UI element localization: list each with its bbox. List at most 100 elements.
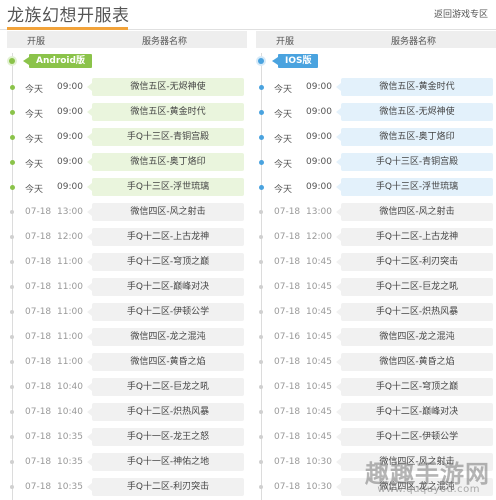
- server-name[interactable]: 手Q十二区-上古龙神: [87, 228, 244, 246]
- server-row: 07-18 13:00 微信四区-风之射击: [256, 200, 496, 225]
- open-day: 今天: [274, 110, 293, 120]
- server-name[interactable]: 微信五区-无烬神使: [336, 103, 493, 121]
- server-name[interactable]: 微信五区-奥丁烙印: [87, 153, 244, 171]
- timeline-dot: [259, 460, 263, 464]
- server-row: 07-18 11:00 微信四区-龙之混沌: [7, 325, 247, 350]
- server-name[interactable]: 手Q十二区-炽热风暴: [336, 303, 493, 321]
- server-name[interactable]: 微信五区-奥丁烙印: [336, 128, 493, 146]
- back-to-game-zone-link[interactable]: 返回游戏专区: [434, 7, 488, 20]
- server-row: 今天 09:00 微信五区-黄金时代: [256, 75, 496, 100]
- column-header-open: 开服: [276, 37, 295, 47]
- timeline-dot: [259, 260, 263, 264]
- open-time: 09:00: [57, 182, 83, 192]
- open-day: 07-18: [274, 307, 301, 317]
- timeline-dot: [10, 85, 15, 90]
- open-time: 10:40: [57, 407, 83, 417]
- column-header-open: 开服: [27, 37, 46, 47]
- server-row: 07-18 11:00 手Q十二区-巅峰对决: [7, 275, 247, 300]
- open-day: 今天: [274, 185, 293, 195]
- timeline-dot: [10, 285, 14, 289]
- server-name[interactable]: 微信四区-龙之混沌: [87, 328, 244, 346]
- server-name[interactable]: 微信四区-风之射击: [87, 203, 244, 221]
- open-day: 今天: [274, 135, 293, 145]
- open-day: 07-18: [25, 432, 52, 442]
- timeline-dot: [259, 135, 264, 140]
- timeline-dot: [10, 110, 15, 115]
- open-time: 10:40: [57, 382, 83, 392]
- ios-table-header: 开服 服务器名称: [256, 31, 496, 48]
- server-name[interactable]: 微信五区-无烬神使: [87, 78, 244, 96]
- server-name[interactable]: 手Q十二区-巨龙之吼: [336, 278, 493, 296]
- open-time: 09:00: [306, 182, 332, 192]
- open-time: 13:00: [306, 207, 332, 217]
- server-name[interactable]: 手Q十一区-龙王之怒: [87, 428, 244, 446]
- server-name[interactable]: 手Q十二区-利刃突击: [336, 253, 493, 271]
- open-time: 10:45: [306, 332, 332, 342]
- server-row: 今天 09:00 微信五区-无烬神使: [256, 100, 496, 125]
- server-name[interactable]: 微信四区-黄昏之焰: [336, 353, 493, 371]
- server-row: 今天 09:00 微信五区-无烬神使: [7, 75, 247, 100]
- open-day: 07-18: [25, 307, 52, 317]
- open-time: 09:00: [306, 132, 332, 142]
- open-day: 07-18: [274, 232, 301, 242]
- server-row: 07-18 10:45 手Q十二区-伊顿公学: [256, 425, 496, 450]
- open-day: 今天: [25, 135, 44, 145]
- server-name[interactable]: 手Q十二区-伊顿公学: [87, 303, 244, 321]
- server-row: 07-18 12:00 手Q十二区-上古龙神: [256, 225, 496, 250]
- android-tab[interactable]: Android版: [23, 54, 92, 68]
- timeline-dot: [9, 58, 15, 64]
- open-day: 07-18: [25, 232, 52, 242]
- timeline-dot: [259, 110, 264, 115]
- server-name[interactable]: 微信五区-黄金时代: [87, 103, 244, 121]
- timeline-dot: [10, 260, 14, 264]
- server-name[interactable]: 微信四区-龙之混沌: [336, 328, 493, 346]
- server-name[interactable]: 微信四区-黄昏之焰: [87, 353, 244, 371]
- timeline-dot: [10, 385, 14, 389]
- open-time: 10:45: [306, 257, 332, 267]
- open-time: 13:00: [57, 207, 83, 217]
- open-day: 07-18: [25, 207, 52, 217]
- server-row: 07-18 11:00 手Q十二区-穹顶之巅: [7, 250, 247, 275]
- server-row: 今天 09:00 手Q十三区-浮世琉璃: [7, 175, 247, 200]
- server-name[interactable]: 微信四区-风之射击: [336, 203, 493, 221]
- server-name[interactable]: 手Q十一区-神佑之地: [87, 453, 244, 471]
- server-row: 今天 09:00 微信五区-奥丁烙印: [256, 125, 496, 150]
- server-name[interactable]: 手Q十二区-巅峰对决: [87, 278, 244, 296]
- android-table-header: 开服 服务器名称: [7, 31, 247, 48]
- open-time: 10:35: [57, 457, 83, 467]
- open-day: 07-18: [274, 382, 301, 392]
- server-name[interactable]: 手Q十三区-青铜宫殿: [336, 153, 493, 171]
- server-name[interactable]: 手Q十二区-炽热风暴: [87, 403, 244, 421]
- open-time: 10:30: [306, 457, 332, 467]
- timeline-dot: [10, 210, 14, 214]
- server-name[interactable]: 手Q十二区-穹顶之巅: [336, 378, 493, 396]
- server-row: 今天 09:00 手Q十三区-浮世琉璃: [256, 175, 496, 200]
- server-row: 07-18 11:00 手Q十二区-伊顿公学: [7, 300, 247, 325]
- ios-tab[interactable]: IOS版: [271, 54, 319, 68]
- server-row: 07-18 10:35 手Q十二区-利刃突击: [7, 475, 247, 500]
- open-time: 11:00: [57, 307, 83, 317]
- server-name[interactable]: 手Q十二区-伊顿公学: [336, 428, 493, 446]
- server-name[interactable]: 微信五区-黄金时代: [336, 78, 493, 96]
- open-time: 09:00: [306, 82, 332, 92]
- android-rows: 今天 09:00 微信五区-无烬神使 今天 09:00 微信五区-黄金时代 今天 09:00 手…: [7, 75, 247, 500]
- open-time: 10:35: [57, 482, 83, 492]
- open-day: 今天: [25, 110, 44, 120]
- timeline-dot: [259, 360, 263, 364]
- server-name[interactable]: 手Q十二区-上古龙神: [336, 228, 493, 246]
- timeline-dot: [259, 210, 263, 214]
- server-row: 07-18 10:35 手Q十一区-龙王之怒: [7, 425, 247, 450]
- server-name[interactable]: 手Q十三区-浮世琉璃: [336, 178, 493, 196]
- server-name[interactable]: 手Q十三区-青铜宫殿: [87, 128, 244, 146]
- server-row: 今天 09:00 微信五区-黄金时代: [7, 100, 247, 125]
- server-row: 今天 09:00 手Q十三区-青铜宫殿: [7, 125, 247, 150]
- server-name[interactable]: 手Q十三区-浮世琉璃: [87, 178, 244, 196]
- server-name[interactable]: 手Q十二区-穹顶之巅: [87, 253, 244, 271]
- open-day: 07-18: [25, 257, 52, 267]
- open-day: 07-18: [274, 207, 301, 217]
- ios-rows: 今天 09:00 微信五区-黄金时代 今天 09:00 微信五区-无烬神使 今天 09:00 微…: [256, 75, 496, 500]
- server-name[interactable]: 手Q十二区-巅峰对决: [336, 403, 493, 421]
- open-time: 10:30: [306, 482, 332, 492]
- server-name[interactable]: 手Q十二区-巨龙之吼: [87, 378, 244, 396]
- server-name[interactable]: 手Q十二区-利刃突击: [87, 478, 244, 496]
